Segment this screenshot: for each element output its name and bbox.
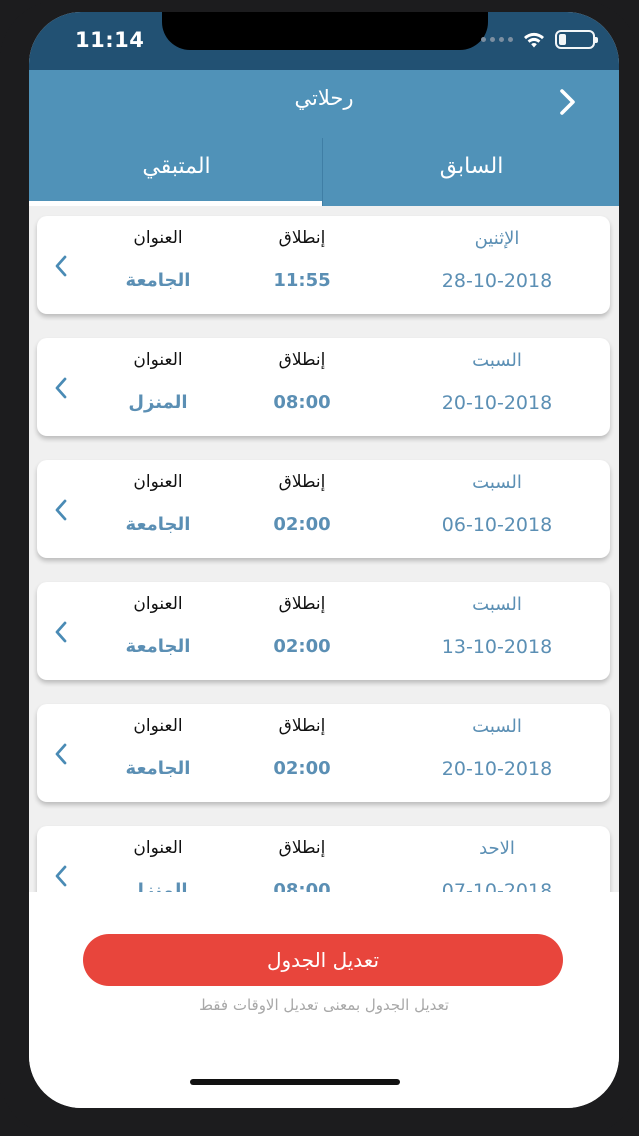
chevron-left-icon[interactable]	[53, 742, 69, 766]
trip-card[interactable]: العنوان إنطلاق الاحد المنزل 08:00 07-10-…	[37, 826, 610, 892]
trip-card[interactable]: العنوان إنطلاق السبت الجامعة 02:00 06-10…	[37, 460, 610, 558]
status-icons	[481, 30, 598, 49]
trip-address: الجامعة	[125, 636, 191, 657]
trip-card[interactable]: العنوان إنطلاق السبت الجامعة 02:00 13-10…	[37, 582, 610, 680]
trip-address: الجامعة	[125, 270, 191, 291]
address-label: العنوان	[133, 350, 183, 370]
status-time: 11:14	[75, 28, 145, 52]
trip-day: السبت	[472, 350, 522, 371]
trip-time: 11:55	[273, 270, 331, 291]
edit-hint-text: تعديل الجدول بمعنى تعديل الاوقات فقط	[199, 996, 449, 1014]
launch-label: إنطلاق	[278, 350, 326, 370]
trip-address: المنزل	[128, 392, 188, 413]
back-chevron-icon[interactable]	[555, 87, 581, 117]
tab-remaining[interactable]: المتبقي	[29, 132, 324, 206]
trip-time: 02:00	[273, 758, 331, 779]
trip-time: 02:00	[273, 514, 331, 535]
chevron-left-icon[interactable]	[53, 254, 69, 278]
signal-icon	[481, 37, 513, 42]
trip-day: السبت	[472, 716, 522, 737]
tab-bar: المتبقي السابق	[29, 132, 619, 206]
trip-time: 08:00	[273, 392, 331, 413]
home-indicator[interactable]	[190, 1079, 400, 1085]
notch	[162, 12, 488, 50]
trip-address: المنزل	[128, 880, 188, 892]
tab-previous-label: السابق	[439, 154, 504, 179]
launch-label: إنطلاق	[278, 838, 326, 858]
wifi-icon	[524, 32, 544, 47]
chevron-left-icon[interactable]	[53, 864, 69, 888]
trip-card[interactable]: العنوان إنطلاق السبت المنزل 08:00 20-10-…	[37, 338, 610, 436]
address-label: العنوان	[133, 594, 183, 614]
chevron-left-icon[interactable]	[53, 376, 69, 400]
launch-label: إنطلاق	[278, 594, 326, 614]
trip-day: السبت	[472, 594, 522, 615]
trip-card[interactable]: العنوان إنطلاق السبت الجامعة 02:00 20-10…	[37, 704, 610, 802]
chevron-left-icon[interactable]	[53, 498, 69, 522]
trip-address: الجامعة	[125, 758, 191, 779]
page-title: رحلاتي	[294, 86, 354, 110]
nav-bar: رحلاتي	[29, 70, 619, 132]
trip-time: 02:00	[273, 636, 331, 657]
launch-label: إنطلاق	[278, 228, 326, 248]
trip-list[interactable]: العنوان إنطلاق الإثنين الجامعة 11:55 28-…	[29, 206, 619, 892]
trip-date: 06-10-2018	[441, 514, 553, 536]
trip-time: 08:00	[273, 880, 331, 892]
battery-icon	[555, 30, 598, 49]
trip-date: 20-10-2018	[441, 758, 553, 780]
trip-address: الجامعة	[125, 514, 191, 535]
edit-schedule-button[interactable]: تعديل الجدول	[83, 934, 563, 986]
device-frame: 11:14 رحلاتي المتبقي السابق العنوان إنطل…	[0, 0, 639, 1136]
trip-day: الاحد	[479, 838, 515, 859]
trip-day: السبت	[472, 472, 522, 493]
trip-date: 07-10-2018	[441, 880, 553, 892]
status-bar: 11:14	[29, 12, 619, 70]
trip-date: 28-10-2018	[441, 270, 553, 292]
trip-date: 13-10-2018	[441, 636, 553, 658]
address-label: العنوان	[133, 716, 183, 736]
tab-previous[interactable]: السابق	[324, 132, 619, 206]
address-label: العنوان	[133, 228, 183, 248]
bottom-panel: تعديل الجدول تعديل الجدول بمعنى تعديل ال…	[29, 892, 619, 1108]
address-label: العنوان	[133, 472, 183, 492]
launch-label: إنطلاق	[278, 472, 326, 492]
tab-remaining-label: المتبقي	[142, 154, 211, 179]
chevron-left-icon[interactable]	[53, 620, 69, 644]
screen: 11:14 رحلاتي المتبقي السابق العنوان إنطل…	[29, 12, 619, 1108]
trip-day: الإثنين	[474, 228, 520, 249]
address-label: العنوان	[133, 838, 183, 858]
trip-date: 20-10-2018	[441, 392, 553, 414]
launch-label: إنطلاق	[278, 716, 326, 736]
trip-card[interactable]: العنوان إنطلاق الإثنين الجامعة 11:55 28-…	[37, 216, 610, 314]
tab-divider	[322, 138, 323, 206]
